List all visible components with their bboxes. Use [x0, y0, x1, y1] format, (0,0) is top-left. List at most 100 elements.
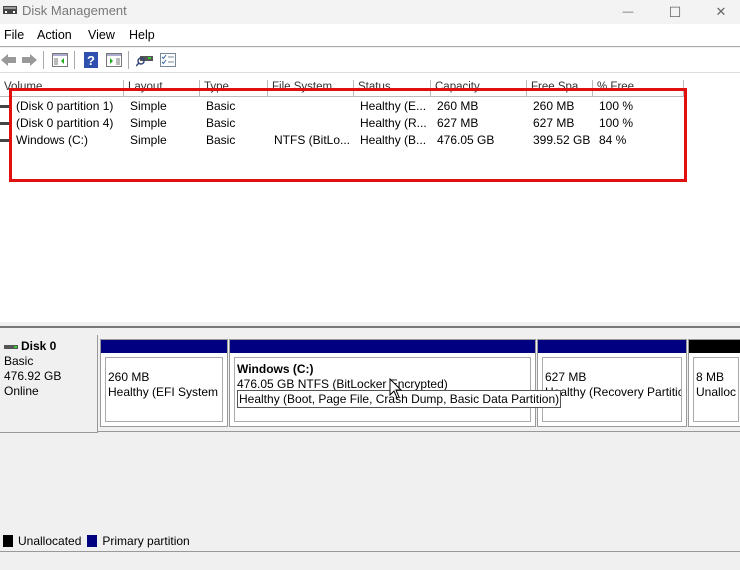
- toolbar-separator: [43, 51, 44, 69]
- volume-icon: [0, 105, 12, 108]
- forward-button[interactable]: [20, 51, 38, 69]
- cell-free-space: 399.52 GB: [533, 133, 591, 147]
- menu-help[interactable]: Help: [129, 28, 155, 42]
- partition-efi[interactable]: 260 MB Healthy (EFI System P: [100, 339, 228, 427]
- disk-management-app-icon: [3, 6, 17, 14]
- minimize-icon: —: [622, 6, 634, 18]
- console-tree-icon: [52, 53, 68, 67]
- column-header-percent-free[interactable]: % Free: [593, 80, 684, 97]
- cell-capacity: 627 MB: [437, 116, 479, 130]
- unallocated-bar: [689, 340, 740, 353]
- volume-icon: [0, 122, 12, 125]
- cell-free-space: 627 MB: [533, 116, 575, 130]
- partition-size: 8 MB: [696, 370, 725, 384]
- cell-type: Basic: [206, 99, 236, 113]
- menu-view[interactable]: View: [88, 28, 115, 42]
- cell-capacity: 476.05 GB: [437, 133, 495, 147]
- pane-splitter[interactable]: [0, 322, 740, 328]
- legend: Unallocated Primary partition: [0, 530, 740, 552]
- rescan-disks-icon: [136, 56, 153, 67]
- back-icon: [1, 54, 16, 66]
- properties-button[interactable]: [159, 51, 177, 69]
- legend-label: Primary partition: [102, 533, 190, 548]
- close-button[interactable]: ✕: [698, 0, 740, 24]
- primary-partition-bar: [230, 340, 535, 353]
- cell-type: Basic: [206, 116, 236, 130]
- column-header-layout[interactable]: Layout: [124, 80, 200, 97]
- disk-icon: [4, 344, 18, 349]
- disk-size: 476.92 GB: [4, 369, 62, 383]
- cell-status: Healthy (R...: [360, 116, 427, 130]
- partition-unallocated[interactable]: 8 MB Unalloc: [688, 339, 740, 427]
- cell-volume: (Disk 0 partition 4): [16, 116, 114, 130]
- menu-action[interactable]: Action: [37, 28, 72, 42]
- partition-recovery[interactable]: 627 MB Healthy (Recovery Partitic: [537, 339, 687, 427]
- show-hide-console-tree-button[interactable]: [51, 51, 69, 69]
- column-header-type[interactable]: Type: [200, 80, 268, 97]
- toolbar-separator: [128, 51, 129, 69]
- rescan-disks-button[interactable]: [136, 51, 154, 69]
- toolbar-separator: [74, 51, 75, 69]
- maximize-icon: ☐: [668, 3, 682, 20]
- maximize-button[interactable]: ☐: [652, 0, 698, 24]
- legend-label: Unallocated: [18, 533, 82, 548]
- partition-size: 260 MB: [108, 370, 150, 384]
- partition-size: 627 MB: [545, 370, 587, 384]
- cell-status: Healthy (B...: [360, 133, 427, 147]
- show-hide-action-pane-button[interactable]: [105, 51, 123, 69]
- mouse-cursor-icon: [389, 378, 403, 399]
- disk-status: Online: [4, 384, 39, 398]
- disk-name: Disk 0: [21, 339, 57, 353]
- action-pane-icon: [106, 53, 122, 67]
- column-header-volume[interactable]: Volume: [0, 80, 124, 97]
- volume-row[interactable]: (Disk 0 partition 4) Simple Basic Health…: [0, 115, 740, 132]
- cell-volume: (Disk 0 partition 1): [16, 99, 114, 113]
- cell-status: Healthy (E...: [360, 99, 427, 113]
- unallocated-swatch: [3, 534, 13, 547]
- volume-row[interactable]: Windows (C:) Simple Basic NTFS (BitLo...…: [0, 132, 740, 149]
- cell-layout: Simple: [130, 99, 167, 113]
- cell-type: Basic: [206, 133, 236, 147]
- help-button[interactable]: ?: [82, 51, 100, 69]
- toolbar: ?: [0, 48, 740, 72]
- partition-status: Healthy (EFI System P: [108, 385, 223, 399]
- legend-unallocated: Unallocated: [3, 534, 81, 548]
- disk-type: Basic: [4, 354, 34, 368]
- help-icon: ?: [84, 52, 98, 68]
- properties-icon: [160, 53, 176, 67]
- cell-layout: Simple: [130, 133, 167, 147]
- cell-capacity: 260 MB: [437, 99, 479, 113]
- title-bar: Disk Management — ☐ ✕: [0, 0, 740, 24]
- primary-partition-swatch: [87, 534, 98, 547]
- column-header-free-space[interactable]: Free Spa...: [527, 80, 593, 97]
- cell-percent-free: 84 %: [599, 133, 627, 147]
- primary-partition-bar: [538, 340, 686, 353]
- column-header-file-system[interactable]: File System: [268, 80, 354, 97]
- volume-row[interactable]: (Disk 0 partition 1) Simple Basic Health…: [0, 98, 740, 115]
- legend-primary-partition: Primary partition: [87, 533, 190, 548]
- cell-layout: Simple: [130, 116, 167, 130]
- partition-windows-c[interactable]: Windows (C:) 476.05 GB NTFS (BitLocker E…: [229, 339, 536, 427]
- column-header-capacity[interactable]: Capacity: [431, 80, 527, 97]
- cell-free-space: 260 MB: [533, 99, 575, 113]
- svg-text:?: ?: [87, 53, 95, 68]
- cell-percent-free: 100 %: [599, 116, 634, 130]
- primary-partition-bar: [101, 340, 227, 353]
- partition-name: Windows (C:): [237, 362, 314, 376]
- cell-percent-free: 100 %: [599, 99, 634, 113]
- partition-status: Healthy (Recovery Partitic: [545, 385, 682, 399]
- minimize-button[interactable]: —: [605, 0, 651, 24]
- column-header-status[interactable]: Status: [354, 80, 431, 97]
- forward-icon: [22, 54, 37, 66]
- disk-label[interactable]: Disk 0 Basic 476.92 GB Online: [0, 335, 98, 433]
- window-title: Disk Management: [22, 3, 127, 18]
- disk-row-divider: [98, 431, 740, 432]
- close-icon: ✕: [715, 4, 727, 19]
- cell-file-system: NTFS (BitLo...: [274, 133, 351, 147]
- cell-volume: Windows (C:): [16, 133, 89, 147]
- menu-bar: File Action View Help: [0, 24, 740, 47]
- back-button[interactable]: [0, 51, 18, 69]
- volume-icon: [0, 139, 12, 142]
- menu-file[interactable]: File: [4, 28, 24, 42]
- partition-status: Unalloc: [696, 385, 737, 399]
